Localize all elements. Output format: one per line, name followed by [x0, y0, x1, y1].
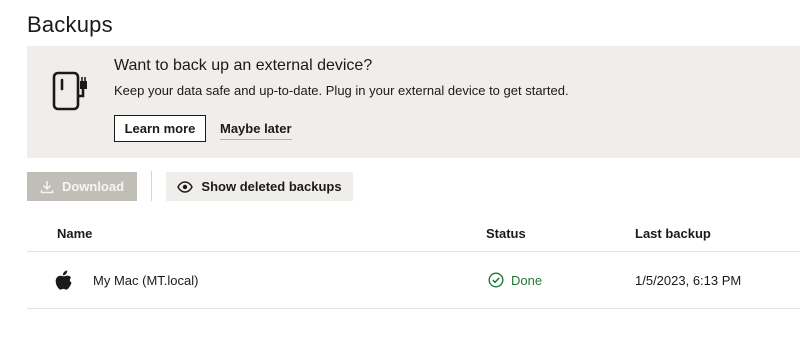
download-label: Download [61, 179, 125, 194]
apple-icon [55, 270, 72, 290]
external-device-banner: Want to back up an external device? Keep… [27, 46, 800, 158]
column-header-name[interactable]: Name [57, 226, 92, 241]
backup-last-date: 1/5/2023, 6:13 PM [635, 273, 742, 288]
maybe-later-button[interactable]: Maybe later [220, 121, 292, 140]
toolbar-divider [151, 171, 152, 201]
column-header-status[interactable]: Status [486, 226, 526, 241]
show-deleted-backups-button[interactable]: Show deleted backups [166, 172, 353, 201]
eye-icon [177, 180, 194, 193]
backup-status: Done [488, 272, 542, 288]
table-row-divider [27, 308, 800, 309]
backup-name: My Mac (MT.local) [93, 273, 199, 288]
check-circle-icon [488, 272, 504, 288]
show-deleted-label: Show deleted backups [201, 179, 342, 194]
download-icon [40, 180, 54, 193]
download-button[interactable]: Download [27, 172, 137, 201]
column-header-last-backup[interactable]: Last backup [635, 226, 711, 241]
banner-title: Want to back up an external device? [114, 57, 373, 74]
learn-more-button[interactable]: Learn more [114, 115, 206, 142]
page-title: Backups [27, 12, 113, 37]
external-device-icon [52, 71, 87, 111]
banner-description: Keep your data safe and up-to-date. Plug… [114, 83, 569, 98]
table-row[interactable]: My Mac (MT.local) Done 1/5/2023, 6:13 PM [27, 252, 800, 308]
backup-status-label: Done [511, 272, 543, 288]
